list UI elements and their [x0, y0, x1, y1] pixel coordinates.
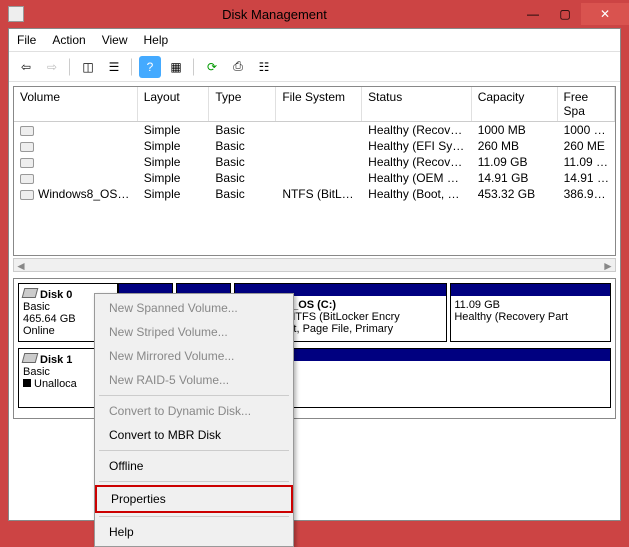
- toolbar: ⇦ ⇨ ◫ ☰ ? ▦ ⟳ ⎙ ☷: [9, 52, 620, 82]
- ctx-help[interactable]: Help: [95, 520, 293, 544]
- unallocated-swatch-icon: [23, 379, 31, 387]
- separator: [69, 58, 71, 76]
- col-filesystem[interactable]: File System: [276, 87, 362, 121]
- menu-file[interactable]: File: [17, 33, 36, 47]
- table-row[interactable]: SimpleBasicHealthy (OEM Par...14.91 GB14…: [14, 170, 615, 186]
- context-menu: New Spanned Volume... New Striped Volume…: [94, 293, 294, 547]
- ctx-new-striped[interactable]: New Striped Volume...: [95, 320, 293, 344]
- table-row[interactable]: Windows8_OS (C:)SimpleBasicNTFS (BitLo..…: [14, 186, 615, 202]
- volume-list[interactable]: Volume Layout Type File System Status Ca…: [13, 86, 616, 256]
- col-layout[interactable]: Layout: [138, 87, 210, 121]
- disk0-size: 465.64 GB: [23, 313, 76, 325]
- ctx-convert-mbr[interactable]: Convert to MBR Disk: [95, 423, 293, 447]
- menu-separator: [99, 481, 289, 482]
- table-row[interactable]: SimpleBasicHealthy (Recovery...11.09 GB1…: [14, 154, 615, 170]
- grid-icon[interactable]: ▦: [165, 56, 187, 78]
- horizontal-scrollbar[interactable]: ◄►: [13, 258, 616, 272]
- ctx-offline[interactable]: Offline: [95, 454, 293, 478]
- col-status[interactable]: Status: [362, 87, 472, 121]
- separator: [131, 58, 133, 76]
- scroll-left-icon[interactable]: ◄: [14, 259, 28, 271]
- disk0-status: Online: [23, 325, 55, 337]
- disk1-name: Disk 1: [40, 354, 72, 366]
- menu-separator: [99, 395, 289, 396]
- minimize-button[interactable]: —: [517, 3, 549, 25]
- menu-separator: [99, 450, 289, 451]
- refresh-icon[interactable]: ⟳: [201, 56, 223, 78]
- menu-separator: [99, 516, 289, 517]
- disk1-status: Unalloca: [34, 378, 77, 390]
- window-title: Disk Management: [32, 7, 517, 22]
- ctx-properties[interactable]: Properties: [95, 485, 293, 513]
- disk-icon: [22, 353, 39, 363]
- column-headers[interactable]: Volume Layout Type File System Status Ca…: [14, 87, 615, 122]
- ctx-convert-dynamic[interactable]: Convert to Dynamic Disk...: [95, 399, 293, 423]
- table-row[interactable]: SimpleBasicHealthy (EFI Syste...260 MB26…: [14, 138, 615, 154]
- part-rec-line1: 11.09 GB: [454, 299, 500, 311]
- settings-icon[interactable]: ☷: [253, 56, 275, 78]
- menu-help[interactable]: Help: [144, 33, 169, 47]
- col-volume[interactable]: Volume: [14, 87, 138, 121]
- ctx-new-mirrored[interactable]: New Mirrored Volume...: [95, 344, 293, 368]
- scroll-right-icon[interactable]: ►: [601, 259, 615, 271]
- menubar: File Action View Help: [9, 29, 620, 52]
- disk0-name: Disk 0: [40, 289, 72, 301]
- col-freespace[interactable]: Free Spa: [558, 87, 615, 121]
- partition-recovery[interactable]: 11.09 GBHealthy (Recovery Part: [450, 283, 611, 342]
- help-icon[interactable]: ?: [139, 56, 161, 78]
- col-capacity[interactable]: Capacity: [472, 87, 558, 121]
- titlebar[interactable]: Disk Management — ▢ ✕: [0, 0, 629, 28]
- list-icon[interactable]: ☰: [103, 56, 125, 78]
- menu-action[interactable]: Action: [52, 33, 85, 47]
- rescan-icon[interactable]: ⎙: [227, 56, 249, 78]
- ctx-new-raid5[interactable]: New RAID-5 Volume...: [95, 368, 293, 392]
- forward-icon[interactable]: ⇨: [41, 56, 63, 78]
- back-icon[interactable]: ⇦: [15, 56, 37, 78]
- part-rec-line2: Healthy (Recovery Part: [454, 311, 568, 323]
- table-row[interactable]: SimpleBasicHealthy (Recovery...1000 MB10…: [14, 122, 615, 138]
- panel-icon[interactable]: ◫: [77, 56, 99, 78]
- app-icon: [8, 6, 24, 22]
- close-button[interactable]: ✕: [581, 3, 629, 25]
- disk1-type: Basic: [23, 366, 50, 378]
- maximize-button[interactable]: ▢: [549, 3, 581, 25]
- menu-view[interactable]: View: [102, 33, 128, 47]
- ctx-new-spanned[interactable]: New Spanned Volume...: [95, 296, 293, 320]
- col-type[interactable]: Type: [209, 87, 276, 121]
- disk-icon: [22, 288, 39, 298]
- disk0-type: Basic: [23, 301, 50, 313]
- separator: [193, 58, 195, 76]
